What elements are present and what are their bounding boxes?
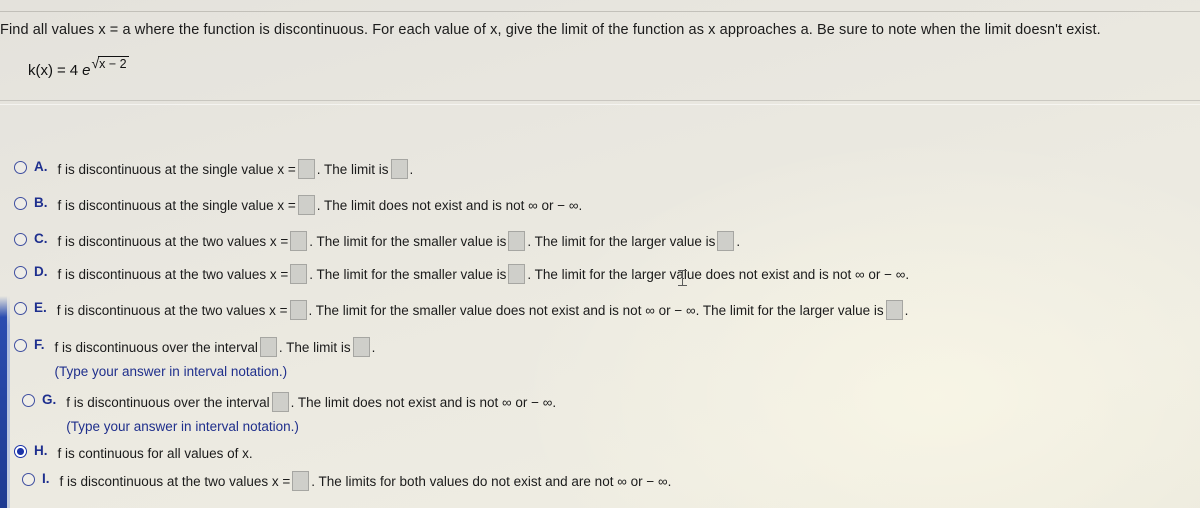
answer-input-box[interactable] bbox=[508, 264, 526, 284]
radio-button-g[interactable] bbox=[22, 394, 35, 407]
option-text-segment: . The limit for the smaller value is bbox=[309, 267, 507, 282]
answer-input-box[interactable] bbox=[271, 392, 289, 412]
option-letter: E. bbox=[34, 300, 47, 315]
option-text-segment: . bbox=[371, 340, 376, 355]
answer-input-box[interactable] bbox=[289, 300, 307, 320]
answer-option-c[interactable]: C. f is discontinuous at the two values x… bbox=[14, 231, 740, 252]
answer-option-d[interactable]: D. f is discontinuous at the two values x… bbox=[14, 264, 909, 285]
answer-option-f[interactable]: F. f is discontinuous over the interval . … bbox=[14, 337, 375, 382]
option-instruction-note: (Type your answer in interval notation.) bbox=[54, 364, 288, 379]
answer-option-i[interactable]: I. f is discontinuous at the two values x… bbox=[22, 471, 671, 492]
answer-option-g[interactable]: G. f is discontinuous over the interval . … bbox=[22, 392, 556, 437]
option-letter: A. bbox=[34, 159, 48, 174]
answer-input-box[interactable] bbox=[352, 337, 370, 357]
option-letter: F. bbox=[34, 337, 45, 352]
answer-input-box[interactable] bbox=[508, 231, 526, 251]
radio-button-a[interactable] bbox=[14, 161, 27, 174]
answer-page: Find all values x = a where the function… bbox=[0, 0, 1200, 508]
radio-button-d[interactable] bbox=[14, 266, 27, 279]
option-text: f is discontinuous at the two values x =… bbox=[57, 264, 910, 285]
answer-input-box[interactable] bbox=[390, 159, 408, 179]
option-text-segment: . The limit for the larger value is bbox=[527, 234, 716, 249]
option-letter: D. bbox=[34, 264, 48, 279]
answer-input-box[interactable] bbox=[297, 195, 315, 215]
option-text-segment: . The limit does not exist and is not ∞ … bbox=[316, 198, 583, 213]
option-text-segment: . The limit is bbox=[316, 162, 389, 177]
option-text-segment: . The limit does not exist and is not ∞ … bbox=[290, 395, 557, 410]
option-text-segment: f is discontinuous at the single value x… bbox=[57, 162, 296, 177]
option-text-segment: f is discontinuous at the single value x… bbox=[57, 198, 296, 213]
answer-option-h[interactable]: H. f is continuous for all values of x. bbox=[14, 443, 253, 464]
option-text: f is discontinuous at the two values x =… bbox=[56, 300, 909, 321]
option-text-segment: f is discontinuous over the interval bbox=[54, 340, 258, 355]
option-text: f is continuous for all values of x. bbox=[58, 443, 253, 464]
answer-option-e[interactable]: E. f is discontinuous at the two values x… bbox=[14, 300, 908, 321]
answer-input-box[interactable] bbox=[297, 159, 315, 179]
option-letter: I. bbox=[42, 471, 50, 486]
option-text-segment: . The limit for the smaller value does n… bbox=[308, 303, 884, 318]
option-text-segment: . The limit for the smaller value is bbox=[309, 234, 507, 249]
answer-input-box[interactable] bbox=[292, 471, 310, 491]
radio-button-c[interactable] bbox=[14, 233, 27, 246]
answer-input-box[interactable] bbox=[290, 264, 308, 284]
radio-button-i[interactable] bbox=[22, 473, 35, 486]
radio-button-h[interactable] bbox=[14, 445, 27, 458]
option-text: f is discontinuous at the single value x… bbox=[57, 159, 414, 180]
option-text-segment: . The limit for the larger value does no… bbox=[527, 267, 910, 282]
option-text-segment: . The limits for both values do not exis… bbox=[311, 474, 672, 489]
option-text-segment: f is discontinuous at the two values x = bbox=[59, 474, 291, 489]
option-text-segment: f is continuous for all values of x. bbox=[57, 446, 253, 461]
answer-input-box[interactable] bbox=[717, 231, 735, 251]
radio-button-e[interactable] bbox=[14, 302, 27, 315]
option-text: f is discontinuous over the interval . Th… bbox=[54, 337, 376, 382]
option-instruction-note: (Type your answer in interval notation.) bbox=[66, 419, 299, 434]
option-text-segment: . bbox=[904, 303, 909, 318]
radio-button-f[interactable] bbox=[14, 339, 27, 352]
option-text-segment: f is discontinuous at the two values x = bbox=[57, 267, 289, 282]
option-letter: G. bbox=[42, 392, 57, 407]
option-text-segment: f is discontinuous at the two values x = bbox=[56, 303, 288, 318]
answer-option-b[interactable]: B. f is discontinuous at the single value… bbox=[14, 195, 582, 216]
answer-input-box[interactable] bbox=[885, 300, 903, 320]
option-text: f is discontinuous at the two values x =… bbox=[59, 471, 672, 492]
answer-input-box[interactable] bbox=[290, 231, 308, 251]
option-text-segment: f is discontinuous at the two values x = bbox=[57, 234, 289, 249]
option-text-segment: . The limit is bbox=[278, 340, 351, 355]
option-text-segment: . bbox=[409, 162, 414, 177]
radio-button-b[interactable] bbox=[14, 197, 27, 210]
option-letter: C. bbox=[34, 231, 48, 246]
option-text-segment: . bbox=[736, 234, 741, 249]
option-text: f is discontinuous at the single value x… bbox=[57, 195, 583, 216]
option-letter: H. bbox=[34, 443, 48, 458]
option-text: f is discontinuous at the two values x =… bbox=[57, 231, 741, 252]
option-text: f is discontinuous over the interval . Th… bbox=[66, 392, 556, 437]
answer-input-box[interactable] bbox=[259, 337, 277, 357]
option-letter: B. bbox=[34, 195, 48, 210]
answer-option-a[interactable]: A. f is discontinuous at the single value… bbox=[14, 159, 413, 180]
option-text-segment: f is discontinuous over the interval bbox=[66, 395, 270, 410]
answer-options-group: A. f is discontinuous at the single value… bbox=[0, 0, 1200, 508]
